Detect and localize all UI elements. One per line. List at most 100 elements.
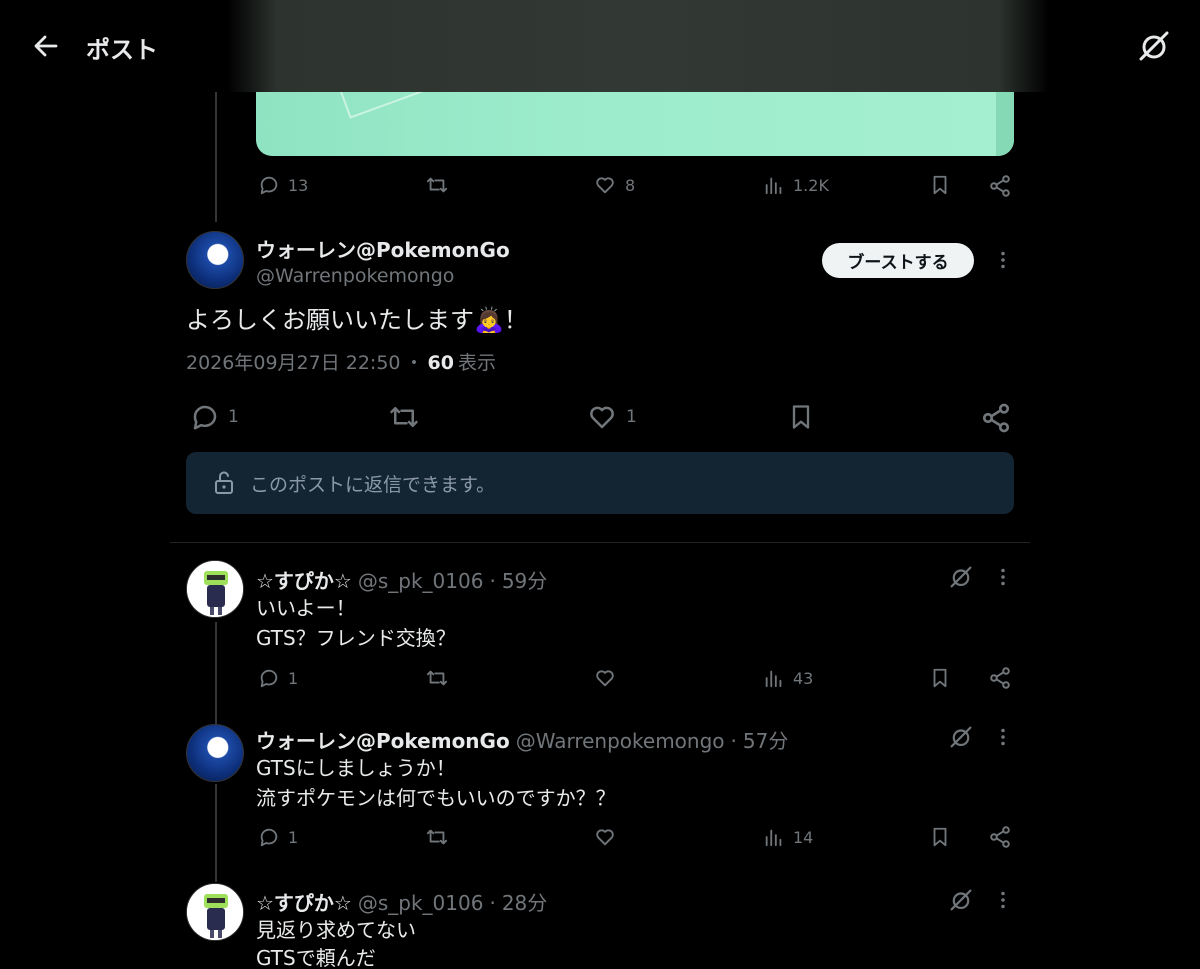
bookmark-button[interactable] [787,402,815,432]
more-icon [1001,568,1005,586]
reply-icon [193,405,217,430]
reply-time[interactable]: 59分 [502,565,547,594]
post-timestamp[interactable]: 2026年09月27日 22:50 [186,348,401,375]
like-button[interactable] [593,667,617,689]
views-count: 14 [793,827,814,847]
author-display-name[interactable]: ウォーレン@PokemonGo [256,234,510,263]
reply-author-name[interactable]: ☆すぴか☆ [256,565,352,594]
share-icon [982,403,1010,433]
avatar[interactable] [186,883,244,941]
views-button[interactable]: 14 [763,826,813,848]
thread-line [215,622,217,724]
grok-button[interactable] [948,887,974,913]
thread-line [215,784,217,882]
grok-button[interactable] [948,564,974,590]
share-button[interactable] [988,666,1012,690]
reply-author-name[interactable]: ウォーレン@PokemonGo [256,725,510,754]
reply-button[interactable]: 1 [258,667,298,689]
grok-icon [950,566,972,588]
like-icon [596,670,614,687]
more-icon [1001,251,1005,269]
like-count: 8 [625,175,636,195]
repost-button[interactable] [425,174,449,196]
reply-author-handle[interactable]: @s_pk_0106 [358,891,484,915]
bookmark-icon [933,668,947,688]
avatar-illustration [187,884,243,940]
reply-text-line: GTSにしましょうか！ [256,756,456,780]
post-meta: 2026年09月27日 22:50 ・ 60 表示 [186,348,496,375]
grok-icon [1139,31,1169,61]
reply-author-name[interactable]: ☆すぴか☆ [256,887,352,916]
repost-button[interactable] [425,667,449,689]
bookmark-button[interactable] [929,174,951,196]
views-label: 表示 [457,352,496,374]
avatar-illustration [187,561,243,617]
more-options-button[interactable] [993,250,1013,270]
reply-button[interactable]: 1 [258,826,298,848]
boost-button[interactable]: ブーストする [822,243,974,278]
grok-button[interactable] [1136,28,1172,64]
share-icon [990,175,1010,197]
reply-text-line: GTS？フレンド交換？ [256,626,456,650]
reply-author-handle[interactable]: @s_pk_0106 [358,569,484,593]
like-button[interactable]: 1 [586,402,637,432]
bookmark-button[interactable] [929,826,951,848]
bookmark-icon [933,175,947,195]
lock-icon [215,471,233,494]
reply-author-handle[interactable]: @Warrenpokemongo [516,729,725,753]
repost-icon [426,829,448,845]
repost-button[interactable] [388,402,420,432]
like-button[interactable] [593,826,617,848]
reply-time[interactable]: 28分 [502,887,547,916]
back-button[interactable] [30,30,62,62]
reply-button[interactable]: 1 [190,402,239,432]
more-icon [1001,728,1005,746]
more-options-button[interactable] [993,890,1013,910]
dot-separator: · [730,729,737,753]
share-button[interactable] [988,825,1012,849]
views-icon [765,670,782,688]
views-button[interactable]: 43 [763,667,813,689]
reply-icon [260,669,278,688]
avatar[interactable] [186,724,244,782]
avatar[interactable] [186,231,244,289]
reply-header: ☆すぴか☆ @s_pk_0106 · 28分 [256,887,547,916]
meta-separator: ・ [404,352,424,374]
reply-text-line: 見返り求めてない [256,918,416,942]
grok-button[interactable] [948,724,974,750]
reply-count: 1 [288,668,299,688]
bookmark-button[interactable] [929,667,951,689]
views-count: 43 [793,668,814,688]
author-handle[interactable]: @Warrenpokemongo [256,265,454,287]
share-button[interactable] [988,174,1012,198]
bookmark-icon [933,827,947,847]
reply-button[interactable]: 13 [258,174,308,196]
section-divider [170,542,1030,543]
views-number: 60 [427,352,454,374]
views-button[interactable]: 1.2K [763,174,829,196]
repost-button[interactable] [425,826,449,848]
views-count: 1.2K [793,175,829,195]
reply-icon [260,828,278,847]
avatar[interactable] [186,560,244,618]
page-title: ポスト [86,36,158,64]
grok-icon [950,726,972,748]
top-app-bar: ポスト [0,0,1200,92]
reply-header: ☆すぴか☆ @s_pk_0106 · 59分 [256,565,547,594]
reply-count: 1 [228,407,239,427]
reply-restriction-text: このポストに返信できます。 [250,473,496,496]
repost-icon [426,177,448,193]
thread-line [215,92,217,222]
share-button[interactable] [980,402,1012,434]
reply-text-line: GTSで頼んだ [256,946,376,969]
views-icon [765,177,782,195]
more-options-button[interactable] [993,727,1013,747]
reply-text-line: 流すポケモンは何でもいいのですか？？ [256,786,616,810]
more-options-button[interactable] [993,567,1013,587]
bookmark-icon [792,405,810,429]
reply-time[interactable]: 57分 [743,725,788,754]
more-icon [1001,891,1005,909]
reply-count: 13 [288,175,309,195]
like-icon [590,406,614,429]
like-button[interactable]: 8 [593,174,635,196]
